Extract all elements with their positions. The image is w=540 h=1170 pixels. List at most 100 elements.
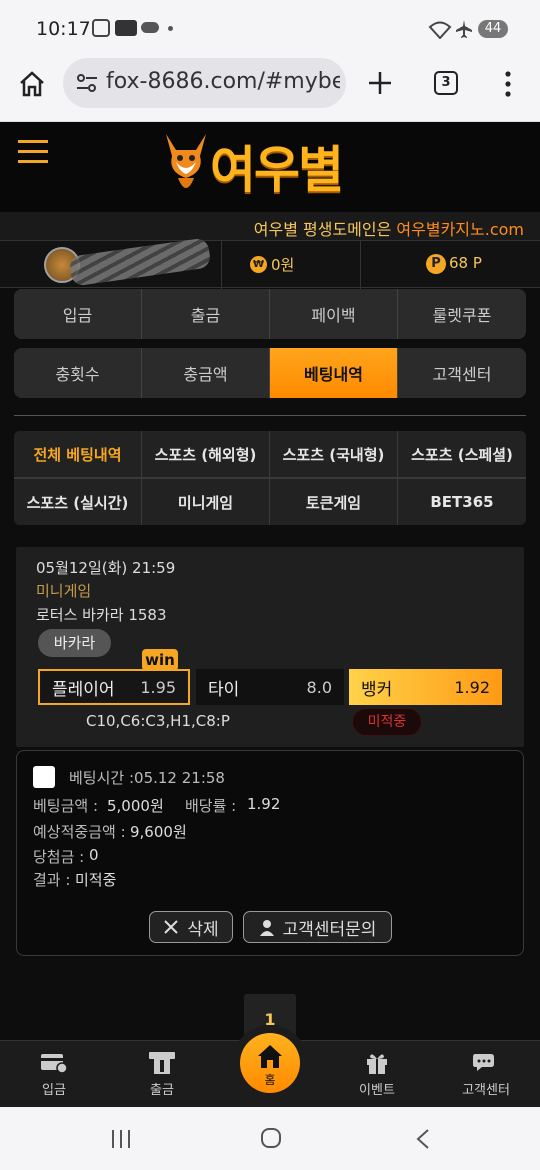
home-icon[interactable] [18, 70, 46, 98]
delete-label: 삭제 [187, 919, 219, 940]
tab-charge-amount[interactable]: 충금액 [142, 348, 269, 398]
bet-tab-all[interactable]: 전체 베팅내역 [14, 431, 141, 477]
bet-rate-value: 1.92 [247, 795, 281, 813]
bet-tab-bet365[interactable]: BET365 [398, 479, 526, 525]
system-navigation-bar [0, 1107, 540, 1170]
account-tabs: 입금 출금 페이백 룰렛쿠폰 [14, 289, 526, 339]
history-tabs: 충횟수 충금액 베팅내역 고객센터 [14, 348, 526, 398]
inquiry-button[interactable]: 고객센터문의 [243, 911, 392, 943]
bet-category: 미니게임 [36, 582, 92, 600]
win-badge: win [142, 649, 178, 671]
tab-bet-history[interactable]: 베팅내역 [270, 348, 397, 398]
hamburger-menu-icon[interactable] [18, 140, 48, 164]
close-icon [164, 920, 179, 934]
site-logo-text: 여우별 [210, 141, 344, 199]
wifi-icon [428, 21, 452, 39]
expected-win-value: 9,600원 [130, 823, 187, 841]
airplane-icon [456, 20, 472, 38]
nav-customer-center[interactable]: 고객센터 [441, 1041, 531, 1108]
tab-roulette-coupon[interactable]: 룰렛쿠폰 [398, 289, 526, 339]
bet-tab-sports-special[interactable]: 스포츠 (스페셜) [398, 431, 526, 477]
bet-status-badge: 미적중 [353, 709, 421, 735]
bet-datetime: 05월12일(화) 21:59 [36, 559, 176, 577]
won-icon: ₩ [250, 256, 267, 273]
expected-win-label: 예상적중금액 : [33, 823, 126, 841]
site-header: 여우별 [0, 122, 540, 212]
odds-player[interactable]: 플레이어 1.95 [38, 669, 190, 705]
nav-home[interactable]: 홈 [240, 1033, 300, 1093]
gift-icon [367, 1054, 387, 1074]
menu-kebab-icon[interactable] [503, 70, 513, 98]
odds-tie-value: 8.0 [306, 677, 332, 697]
agent-icon [259, 920, 274, 936]
points-icon: P [426, 254, 446, 274]
browser-toolbar: fox-8686.com/#mybe 3 [0, 58, 540, 122]
divider [14, 415, 526, 416]
tab-withdraw[interactable]: 출금 [142, 289, 269, 339]
nav-event[interactable]: 이벤트 [332, 1041, 422, 1108]
tab-count-button[interactable]: 3 [434, 71, 458, 95]
battery-indicator: 44 [478, 20, 508, 38]
fox-mascot-icon [166, 134, 206, 188]
tab-payback[interactable]: 페이백 [270, 289, 397, 339]
bet-tab-minigame[interactable]: 미니게임 [142, 479, 269, 525]
bottom-navigation: 입금 출금 홈 이벤트 고객센터 [0, 1025, 540, 1108]
new-tab-icon[interactable] [367, 70, 393, 96]
inquiry-label: 고객센터문의 [282, 919, 377, 940]
bet-game-name: 로터스 바카라 1583 [36, 606, 167, 624]
bet-result-cards: C10,C6:C3,H1,C8:P [86, 712, 230, 730]
bet-tab-sports-domestic[interactable]: 스포츠 (국내형) [270, 431, 397, 477]
bet-time: 베팅시간 :05.12 21:58 [69, 769, 225, 787]
nav-deposit-label: 입금 [42, 1083, 66, 1098]
result-value: 미적중 [75, 871, 117, 889]
bet-amount-value: 5,000원 [107, 797, 164, 815]
odds-player-value: 1.95 [140, 677, 176, 697]
odds-banker-label: 뱅커 [361, 679, 393, 700]
tab-charge-count[interactable]: 충횟수 [14, 348, 141, 398]
screenshot-icon [92, 19, 110, 37]
domain-notice-text: 여우별 평생도메인은 [253, 220, 397, 239]
odds-tie[interactable]: 타이 8.0 [196, 669, 344, 705]
domain-notice: 여우별 평생도메인은 여우별카지노.com [0, 212, 540, 240]
home-icon [258, 1045, 282, 1068]
site-settings-icon[interactable] [76, 74, 98, 92]
bet-tab-sports-overseas[interactable]: 스포츠 (해외형) [142, 431, 269, 477]
deposit-icon [41, 1054, 68, 1074]
recent-apps-icon[interactable] [110, 1129, 132, 1149]
delete-button[interactable]: 삭제 [149, 911, 233, 943]
select-checkbox[interactable] [33, 766, 55, 788]
payout-label: 당첨금 : [33, 848, 85, 866]
nav-deposit[interactable]: 입금 [9, 1041, 99, 1108]
withdraw-icon [149, 1052, 175, 1074]
nav-withdraw[interactable]: 출금 [117, 1041, 207, 1108]
home-button-icon[interactable] [260, 1127, 282, 1149]
redacted-username [68, 237, 212, 287]
bet-tab-token-game[interactable]: 토큰게임 [270, 479, 397, 525]
bet-tag: 바카라 [38, 629, 111, 657]
cloud-icon [141, 22, 159, 33]
odds-tie-label: 타이 [208, 679, 240, 700]
bet-card: 05월12일(화) 21:59 미니게임 로터스 바카라 1583 바카라 wi… [16, 547, 524, 747]
result-label: 결과 : [33, 871, 71, 889]
points-value: 68 P [449, 254, 482, 272]
bet-amount-label: 베팅금액 : [33, 797, 99, 815]
bet-category-tabs: 전체 베팅내역 스포츠 (해외형) 스포츠 (국내형) 스포츠 (스페셜) 스포… [14, 431, 526, 525]
nav-customer-center-label: 고객센터 [462, 1083, 510, 1098]
tab-deposit[interactable]: 입금 [14, 289, 141, 339]
balance-value: 0원 [271, 256, 295, 274]
odds-banker-value: 1.92 [454, 677, 490, 697]
url-text: fox-8686.com/#mybe [106, 69, 340, 94]
odds-player-label: 플레이어 [52, 679, 115, 700]
payout-value: 0 [89, 846, 99, 864]
webtoon-icon [115, 20, 137, 36]
odds-banker[interactable]: 뱅커 1.92 [349, 669, 502, 705]
site-content: 여우별 여우별 평생도메인은 여우별카지노.com ₩ 0원 P 68 P 입금… [0, 122, 540, 1042]
bet-tab-sports-live[interactable]: 스포츠 (실시간) [14, 479, 141, 525]
tab-customer-center[interactable]: 고객센터 [398, 348, 526, 398]
bet-detail-card: 베팅시간 :05.12 21:58 베팅금액 : 5,000원 배당률 : 1.… [16, 750, 524, 956]
nav-event-label: 이벤트 [359, 1083, 395, 1098]
back-icon[interactable] [415, 1128, 431, 1150]
user-info-bar: ₩ 0원 P 68 P [0, 237, 540, 289]
domain-link[interactable]: 여우별카지노.com [396, 220, 524, 239]
address-bar[interactable]: fox-8686.com/#mybe [63, 58, 346, 108]
